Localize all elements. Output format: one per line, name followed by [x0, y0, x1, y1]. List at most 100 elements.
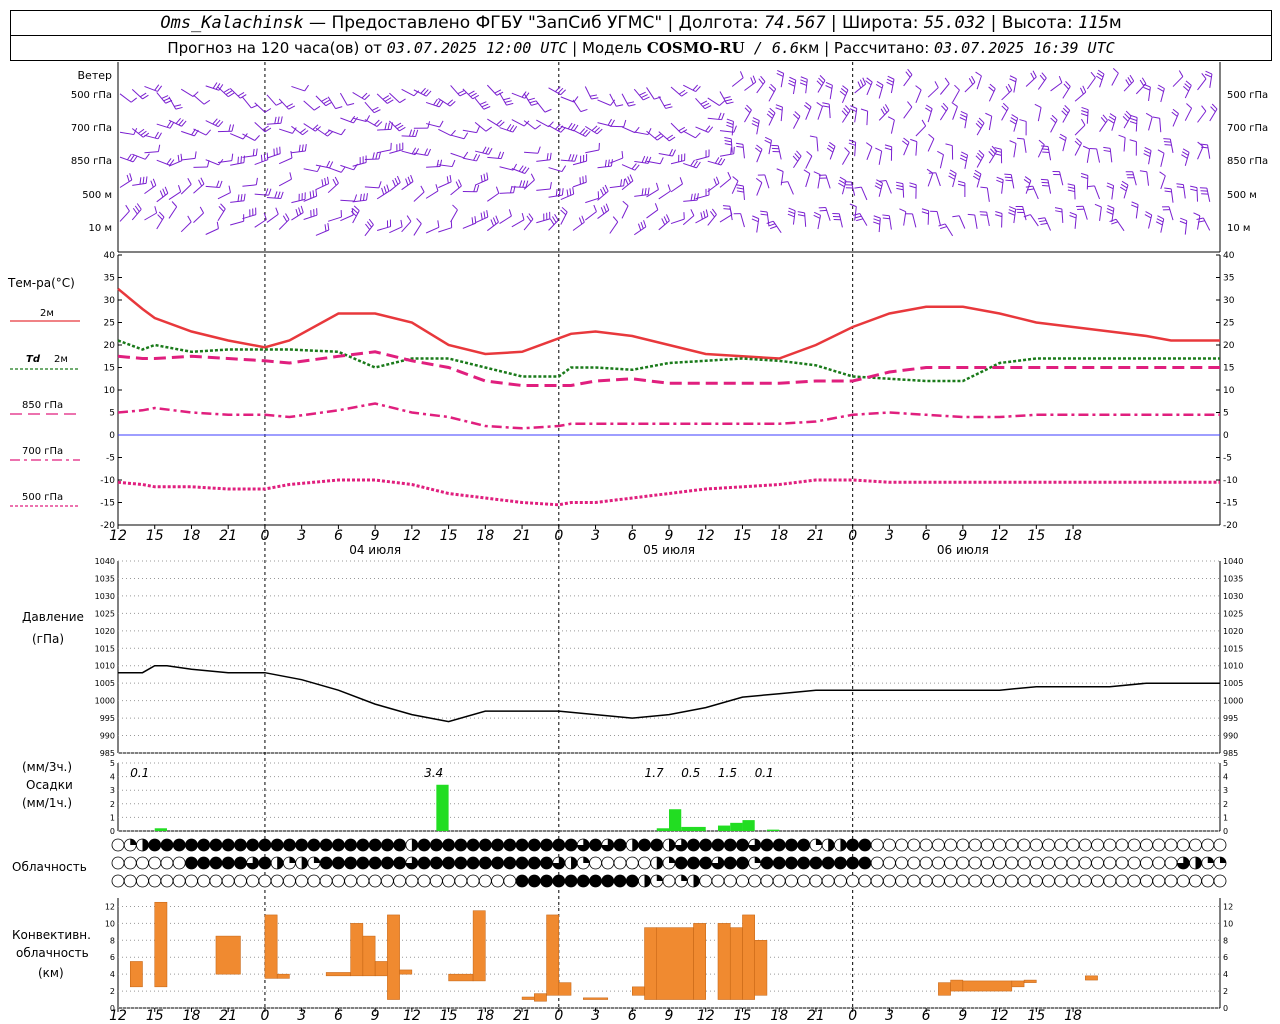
wind-feather-1-54-0 — [775, 104, 783, 108]
wind-barb-3-25 — [425, 190, 439, 199]
wind-feather-4-56-1 — [797, 214, 805, 217]
wind-barb-4-38 — [584, 211, 597, 221]
wind-feather-0-7-2 — [212, 82, 218, 89]
cloud-fill-1-57 — [809, 857, 822, 869]
cloud-cell-1-41 — [613, 856, 627, 870]
wind-feather-0-57-1 — [818, 77, 824, 84]
wind-barb-2-18 — [340, 164, 354, 171]
wind-barb-4-21 — [376, 226, 391, 231]
wind-barb-0-81 — [1111, 72, 1119, 86]
wind-feather-0-83-0 — [1141, 77, 1147, 84]
conv-ytick-right-1: 10 — [1223, 919, 1233, 928]
time-label-top-23: 9 — [958, 528, 967, 544]
wind-barb-1-48 — [707, 117, 722, 121]
wind-feather-3-65-0 — [909, 182, 917, 186]
time-label-top-20: 0 — [848, 528, 857, 544]
wind-feather-1-39-1 — [607, 118, 612, 126]
cloud-cell-1-62 — [870, 856, 884, 870]
wind-feather-1-47-0 — [707, 126, 714, 133]
wind-barb-2-37 — [572, 160, 587, 166]
wind-feather-4-39-0 — [605, 203, 610, 211]
wind-barb-2-8 — [217, 160, 232, 163]
wind-feather-4-29-0 — [486, 210, 489, 218]
wind-feather-1-66-0 — [925, 104, 933, 110]
pres-ytick-right-5: 1015 — [1223, 644, 1243, 653]
wind-barb-4-87 — [1184, 220, 1188, 235]
temp-series-t850 — [117, 350, 1220, 387]
wind-feather-0-78-0 — [1082, 85, 1087, 93]
wind-feather-0-21-0 — [387, 99, 394, 104]
wind-feather-0-69-1 — [968, 78, 974, 85]
wind-barb-1-28 — [462, 129, 477, 134]
wind-feather-4-61-0 — [852, 213, 860, 216]
wind-barb-2-74 — [1023, 138, 1027, 153]
cloud-cell-1-72 — [993, 856, 1006, 870]
wind-barb-3-86 — [1170, 188, 1174, 203]
wind-barb-0-20 — [364, 101, 375, 114]
wind-feather-1-75-0 — [1034, 103, 1042, 108]
wind-feather-2-76-2 — [1042, 151, 1050, 154]
temp-series-t500 — [117, 478, 1220, 507]
wind-feather-3-85-0 — [1159, 171, 1166, 177]
wind-feather-0-9-1 — [237, 91, 245, 97]
wind-feather-2-48-0 — [720, 158, 726, 166]
wind-feather-0-81-0 — [1112, 68, 1119, 74]
wind-feather-3-88-0 — [1190, 185, 1198, 189]
wind-feather-0-0-0 — [130, 97, 138, 103]
wind-barb-4-78 — [1074, 214, 1077, 229]
cloud-fill-2-43 — [644, 875, 651, 887]
wind-barb-2-34 — [536, 159, 551, 162]
wind-feather-3-71-0 — [980, 186, 988, 189]
wind-barb-0-45 — [670, 86, 682, 97]
wind-feather-1-50-1 — [726, 121, 734, 125]
wind-barb-0-11 — [254, 102, 266, 113]
wind-barb-3-1 — [132, 182, 147, 186]
wind-feather-2-10-1 — [252, 148, 255, 156]
cloud-fill-1-32 — [503, 857, 516, 869]
wind-barb-3-40 — [609, 185, 624, 189]
wind-feather-2-58-0 — [829, 141, 836, 147]
wind-feather-0-1-0 — [142, 94, 149, 100]
cloud-cell-2-18 — [331, 874, 345, 888]
prec-ytick-right-2: 3 — [1223, 786, 1228, 795]
wind-feather-1-57-0 — [816, 102, 823, 107]
wind-barb-3-8 — [217, 192, 231, 200]
pres-ytick-right-10: 990 — [1223, 732, 1238, 741]
wind-feather-3-16-1 — [324, 178, 327, 186]
wind-barb-3-52 — [756, 182, 763, 196]
wind-barb-0-48 — [707, 97, 720, 106]
wind-feather-2-43-0 — [659, 157, 664, 164]
wind-barb-3-58 — [825, 174, 831, 189]
wind-feather-3-75-0 — [1025, 185, 1033, 188]
cloud-cell-1-71 — [980, 856, 994, 870]
wind-feather-4-31-0 — [508, 209, 512, 217]
time-label-top-2: 18 — [183, 528, 201, 544]
wind-barb-2-70 — [976, 155, 985, 168]
wind-feather-0-69-0 — [971, 75, 976, 83]
wind-barb-2-36 — [560, 159, 575, 162]
wind-feather-4-76-1 — [1039, 220, 1047, 223]
temp-ytick-right-8: 0 — [1223, 431, 1229, 441]
wind-barb-1-83 — [1135, 117, 1138, 132]
wind-feather-1-70-0 — [978, 117, 985, 124]
wind-feather-0-50-0 — [739, 71, 744, 78]
wind-barb-1-34 — [536, 119, 549, 128]
wind-feather-1-37-1 — [582, 129, 588, 136]
wind-feather-0-59-1 — [840, 88, 848, 94]
wind-barb-4-9 — [230, 220, 244, 226]
wind-feather-4-12-0 — [275, 207, 279, 215]
cloud-cell-2-45 — [662, 874, 676, 888]
cloud-fill-0-49 — [711, 839, 724, 851]
wind-barb-3-63 — [885, 180, 892, 194]
wind-feather-2-50-1 — [724, 140, 732, 143]
prec-ytick-right-5: 0 — [1223, 827, 1228, 836]
wind-feather-2-72-2 — [994, 153, 1002, 156]
wind-barb-2-25 — [426, 166, 441, 168]
conv-bar-22 — [717, 923, 731, 1000]
wind-barb-0-41 — [621, 93, 630, 107]
wind-feather-1-47-1 — [705, 125, 711, 132]
wind-feather-1-52-0 — [752, 117, 760, 121]
wind-barb-4-37 — [572, 221, 585, 231]
wind-feather-0-56-1 — [800, 79, 808, 83]
wind-feather-0-51-0 — [752, 75, 757, 83]
